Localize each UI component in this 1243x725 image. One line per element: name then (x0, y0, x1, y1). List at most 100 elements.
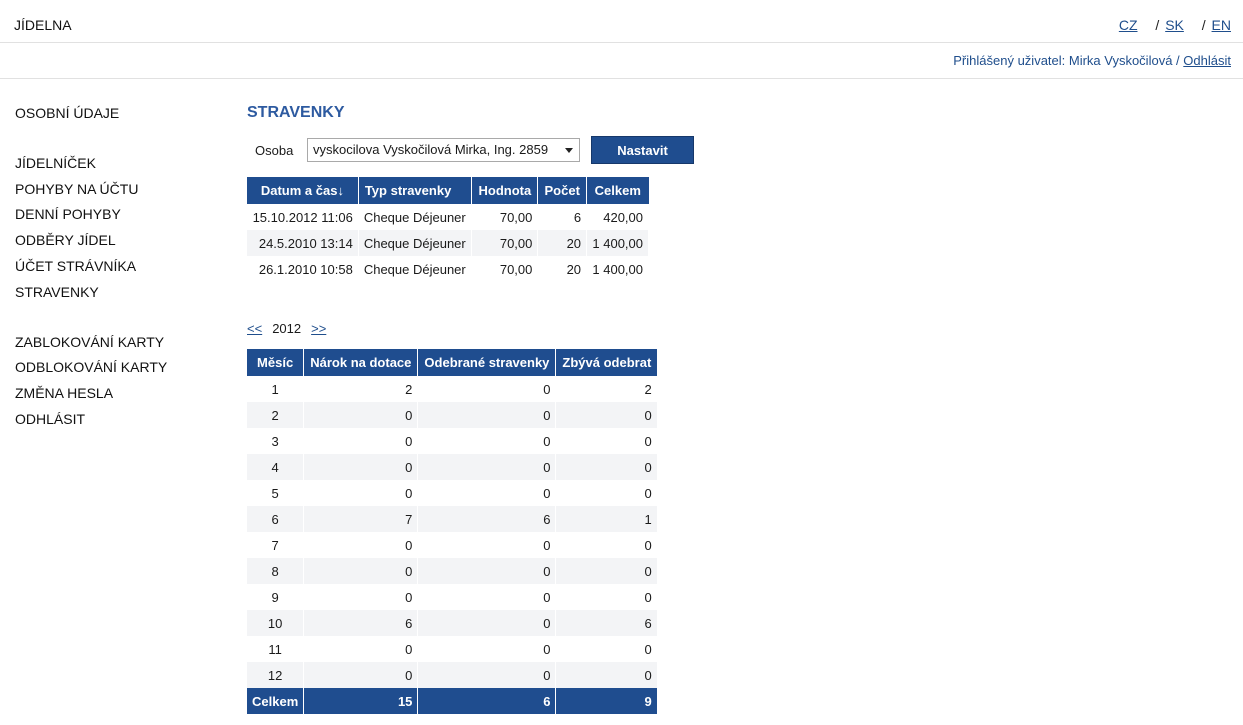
cell-value: 70,00 (471, 204, 539, 230)
cell-taken: 0 (417, 480, 557, 506)
table-row: 1202 (247, 376, 658, 402)
table-row: 5000 (247, 480, 658, 506)
cell-month: 5 (247, 480, 305, 506)
vouchers-table: Datum a čas↓ Typ stravenky Hodnota Počet… (247, 177, 649, 282)
column-header-value[interactable]: Hodnota (471, 177, 539, 204)
total-remaining: 9 (555, 688, 658, 714)
table-row: 9000 (247, 584, 658, 610)
cell-entitlement: 0 (303, 532, 419, 558)
top-header: JÍDELNA CZ / SK / EN (0, 0, 1243, 43)
column-header-remaining: Zbývá odebrat (555, 349, 658, 376)
next-year-link[interactable]: >> (311, 321, 326, 336)
sidebar-item-daily-movements[interactable]: DENNÍ POHYBY (15, 205, 215, 231)
table-header-row: Měsíc Nárok na dotace Odebrané stravenky… (247, 349, 658, 376)
sidebar-item-account-movements[interactable]: POHYBY NA ÚČTU (15, 180, 215, 206)
cell-value: 70,00 (471, 256, 539, 282)
sidebar-item-diner-account[interactable]: ÚČET STRÁVNÍKA (15, 257, 215, 283)
sidebar-item-menu[interactable]: JÍDELNÍČEK (15, 154, 215, 180)
cell-type: Cheque Déjeuner (358, 256, 473, 282)
cell-total: 1 400,00 (586, 256, 649, 282)
page-title: STRAVENKY (247, 104, 345, 121)
table-row: 12 0 0 0 (247, 662, 658, 688)
total-label: Celkem (247, 688, 305, 714)
cell-entitlement: 2 (303, 376, 419, 402)
table-row: 2000 (247, 402, 658, 428)
cell-taken: 0 (417, 584, 557, 610)
cell-month: 11 (247, 636, 305, 662)
total-entitlement: 15 (303, 688, 419, 714)
cell-month: 9 (247, 584, 305, 610)
cell-entitlement: 0 (303, 558, 419, 584)
table-row: 6761 (247, 506, 658, 532)
table-row: 4000 (247, 454, 658, 480)
column-header-datetime[interactable]: Datum a čas↓ (247, 177, 359, 204)
lang-cz-link[interactable]: CZ (1119, 17, 1138, 33)
sidebar-item-block-card[interactable]: ZABLOKOVÁNÍ KARTY (15, 333, 215, 359)
cell-type: Cheque Déjeuner (358, 230, 473, 256)
person-select[interactable]: vyskocilova Vyskočilová Mirka, Ing. 2859 (307, 138, 580, 162)
table-row: 10 6 0 6 (247, 610, 658, 636)
cell-month: 2 (247, 402, 305, 428)
cell-count: 6 (537, 204, 588, 230)
cell-remaining: 2 (555, 376, 658, 402)
table-row: 3000 (247, 428, 658, 454)
lang-sk-link[interactable]: SK (1165, 17, 1184, 33)
table-header-row: Datum a čas↓ Typ stravenky Hodnota Počet… (247, 177, 649, 204)
table-row: 24.5.2010 13:14 Cheque Déjeuner 70,00 20… (247, 230, 649, 256)
table-row: 11 0 0 0 (247, 636, 658, 662)
cell-total: 420,00 (586, 204, 649, 230)
cell-month: 8 (247, 558, 305, 584)
cell-entitlement: 0 (303, 636, 419, 662)
cell-entitlement: 6 (303, 610, 419, 636)
user-separator: / (1176, 53, 1180, 68)
monthly-summary-table: Měsíc Nárok na dotace Odebrané stravenky… (247, 349, 658, 714)
sidebar-item-personal-info[interactable]: OSOBNÍ ÚDAJE (15, 104, 215, 130)
cell-count: 20 (537, 230, 588, 256)
cell-entitlement: 0 (303, 402, 419, 428)
cell-remaining: 0 (555, 662, 658, 688)
cell-count: 20 (537, 256, 588, 282)
sidebar-item-logout[interactable]: ODHLÁSIT (15, 410, 215, 436)
sidebar-item-change-password[interactable]: ZMĚNA HESLA (15, 384, 215, 410)
cell-remaining: 0 (555, 454, 658, 480)
cell-month: 7 (247, 532, 305, 558)
cell-taken: 0 (417, 454, 557, 480)
table-row: 8000 (247, 558, 658, 584)
column-header-type[interactable]: Typ stravenky (358, 177, 473, 204)
cell-entitlement: 7 (303, 506, 419, 532)
cell-total: 1 400,00 (586, 230, 649, 256)
cell-remaining: 0 (555, 428, 658, 454)
year-navigation: << 2012 >> (247, 320, 694, 336)
cell-type: Cheque Déjeuner (358, 204, 473, 230)
cell-month: 6 (247, 506, 305, 532)
column-header-count[interactable]: Počet (537, 177, 588, 204)
cell-remaining: 0 (555, 532, 658, 558)
logout-link[interactable]: Odhlásit (1183, 53, 1231, 68)
sidebar-item-vouchers[interactable]: STRAVENKY (15, 283, 215, 309)
cell-taken: 0 (417, 636, 557, 662)
cell-remaining: 0 (555, 402, 658, 428)
person-select-value: vyskocilova Vyskočilová Mirka, Ing. 2859 (313, 142, 549, 157)
language-switcher: CZ / SK / EN (1119, 17, 1231, 33)
lang-en-link[interactable]: EN (1212, 17, 1231, 33)
set-button[interactable]: Nastavit (591, 136, 694, 164)
lang-separator: / (1155, 17, 1160, 33)
sidebar-item-unblock-card[interactable]: ODBLOKOVÁNÍ KARTY (15, 358, 215, 384)
cell-entitlement: 0 (303, 584, 419, 610)
cell-taken: 0 (417, 428, 557, 454)
table-row: 7000 (247, 532, 658, 558)
column-header-total[interactable]: Celkem (586, 177, 649, 204)
cell-taken: 0 (417, 402, 557, 428)
sidebar-item-meal-pickups[interactable]: ODBĚRY JÍDEL (15, 231, 215, 257)
cell-taken: 0 (417, 610, 557, 636)
cell-entitlement: 0 (303, 428, 419, 454)
total-taken: 6 (417, 688, 557, 714)
prev-year-link[interactable]: << (247, 321, 262, 336)
cell-entitlement: 0 (303, 480, 419, 506)
current-year: 2012 (272, 320, 302, 336)
cell-value: 70,00 (471, 230, 539, 256)
cell-datetime: 15.10.2012 11:06 (247, 204, 359, 230)
cell-month: 10 (247, 610, 305, 636)
